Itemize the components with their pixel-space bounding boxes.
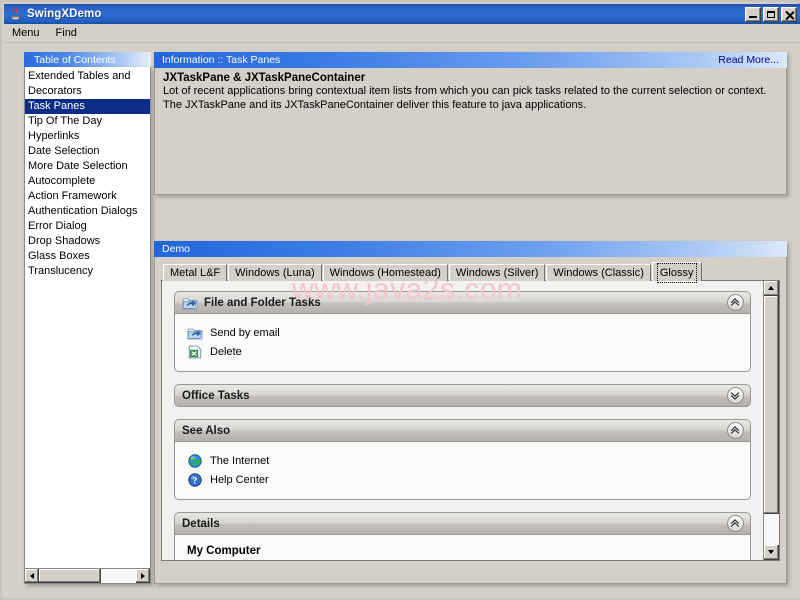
task-pane-item-label: The Internet: [210, 454, 270, 467]
information-title: JXTaskPane & JXTaskPaneContainer: [163, 72, 366, 84]
tab-windows-classic[interactable]: Windows (Classic): [546, 264, 651, 281]
tab-label: Glossy: [656, 263, 697, 283]
tab-metal-l-f[interactable]: Metal L&F: [163, 264, 228, 281]
close-button[interactable]: [781, 6, 797, 22]
toc-item[interactable]: Error Dialog: [25, 219, 150, 234]
menu-item-menu[interactable]: Menu: [4, 25, 48, 41]
information-panel: Information :: Task Panes Read More... J…: [154, 52, 787, 195]
delete-icon: [187, 344, 203, 360]
java-cup-icon: [7, 6, 23, 22]
tab-windows-silver[interactable]: Windows (Silver): [448, 264, 546, 281]
task-pane-item-label: Delete: [210, 345, 242, 358]
folder-share-icon: [187, 325, 203, 341]
task-pane-item-label: Help Center: [210, 473, 269, 486]
demo-panel: Demo Metal L&F Windows (Luna) Windows (Hom…: [154, 241, 787, 584]
task-pane-item[interactable]: The Internet: [187, 451, 738, 470]
title-bar: SwingXDemo: [4, 4, 800, 24]
toc-item[interactable]: Tip Of The Day: [25, 114, 150, 129]
task-pane-container: File and Folder Tasks Send by email Delete…: [162, 281, 763, 560]
collapse-chevron-up-icon[interactable]: [727, 515, 744, 532]
information-header: Information :: Task Panes Read More...: [154, 52, 787, 68]
scroll-track[interactable]: [39, 569, 136, 583]
help-question-icon: ?: [187, 472, 203, 488]
toc-item[interactable]: Glass Boxes: [25, 249, 150, 264]
task-pane: Office Tasks: [174, 384, 751, 407]
toc-item[interactable]: Date Selection: [25, 144, 150, 159]
toc-item[interactable]: Task Panes: [25, 99, 150, 114]
task-pane-title: File and Folder Tasks: [204, 296, 321, 309]
task-pane-item-label: Send by email: [210, 326, 280, 339]
information-header-title: Information :: Task Panes: [162, 54, 281, 66]
toc-item[interactable]: Autocomplete: [25, 174, 150, 189]
toc-item[interactable]: Hyperlinks: [25, 129, 150, 144]
toc-item[interactable]: Authentication Dialogs: [25, 204, 150, 219]
read-more-link[interactable]: Read More...: [718, 54, 779, 66]
task-pane-body: My ComputerVery special folder: [174, 535, 751, 560]
demo-vertical-scrollbar[interactable]: [763, 281, 779, 560]
toc-item[interactable]: Translucency: [25, 264, 150, 279]
scroll-down-arrow[interactable]: [764, 545, 779, 560]
tab-windows-luna[interactable]: Windows (Luna): [228, 264, 322, 281]
task-pane-header[interactable]: Office Tasks: [174, 384, 751, 407]
task-pane: See Also The Internet? Help Center: [174, 419, 751, 500]
task-pane-item[interactable]: ? Help Center: [187, 470, 738, 489]
menu-bar: Menu Find: [4, 24, 800, 43]
window-controls: [745, 6, 797, 22]
scroll-up-arrow[interactable]: [764, 281, 779, 296]
demo-body: Metal L&F Windows (Luna) Windows (Homestea…: [154, 257, 787, 584]
toc-item[interactable]: More Date Selection: [25, 159, 150, 174]
tab-panel: www.java2s.com File and Folder Tasks Send…: [161, 280, 780, 561]
task-pane-title: Office Tasks: [182, 389, 250, 402]
task-pane-title: See Also: [182, 424, 231, 437]
tab-windows-homestead[interactable]: Windows (Homestead): [322, 264, 448, 281]
globe-icon: [187, 453, 203, 469]
information-text: Lot of recent applications bring context…: [163, 85, 767, 111]
task-pane: File and Folder Tasks Send by email Delete: [174, 291, 751, 372]
toc-body: Extended Tables and Decorators Task Panes T…: [24, 67, 151, 569]
folder-share-icon: [182, 295, 198, 311]
demo-header: Demo: [154, 241, 787, 257]
task-pane-title: Details: [182, 517, 220, 530]
toc-list: Extended Tables and Decorators Task Panes T…: [25, 67, 150, 279]
laf-tab-strip: Metal L&F Windows (Luna) Windows (Homestea…: [161, 262, 780, 283]
task-pane-body: Send by email Delete: [174, 314, 751, 372]
content-area: Table of Contents Extended Tables and Dec…: [4, 43, 800, 598]
detail-subtitle: Very special folder: [187, 558, 738, 560]
scroll-thumb[interactable]: [39, 569, 101, 583]
collapse-chevron-up-icon[interactable]: [727, 422, 744, 439]
expand-chevron-down-icon[interactable]: [727, 387, 744, 404]
menu-item-find[interactable]: Find: [48, 25, 85, 41]
information-body: JXTaskPane & JXTaskPaneContainer Lot of …: [154, 68, 787, 195]
application-window: SwingXDemo Menu Find Table of Contents E…: [0, 0, 800, 600]
toc-item[interactable]: Decorators: [25, 84, 150, 99]
detail-title: My Computer: [187, 545, 261, 557]
toc-item[interactable]: Action Framework: [25, 189, 150, 204]
task-pane-header[interactable]: File and Folder Tasks: [174, 291, 751, 314]
scroll-right-arrow[interactable]: [136, 569, 150, 583]
scroll-left-arrow[interactable]: [25, 569, 39, 583]
minimize-button[interactable]: [745, 6, 761, 22]
task-pane-item[interactable]: Delete: [187, 342, 738, 361]
tab-glossy[interactable]: Glossy: [651, 262, 702, 283]
toc-item[interactable]: Extended Tables and: [25, 69, 150, 84]
toc-item[interactable]: Drop Shadows: [25, 234, 150, 249]
table-of-contents-panel: Table of Contents Extended Tables and Dec…: [24, 52, 151, 584]
toc-header: Table of Contents: [24, 52, 151, 67]
toc-horizontal-scrollbar[interactable]: [24, 569, 151, 584]
task-pane-item[interactable]: Send by email: [187, 323, 738, 342]
demo-header-title: Demo: [162, 243, 191, 255]
svg-text:?: ?: [193, 475, 198, 485]
task-pane-header[interactable]: See Also: [174, 419, 751, 442]
task-pane: Details My ComputerVery special folder: [174, 512, 751, 560]
task-pane-body: The Internet? Help Center: [174, 442, 751, 500]
scroll-track[interactable]: [764, 296, 779, 545]
window-title: SwingXDemo: [27, 8, 102, 20]
task-pane-header[interactable]: Details: [174, 512, 751, 535]
maximize-button[interactable]: [763, 6, 779, 22]
scroll-thumb[interactable]: [764, 296, 779, 514]
collapse-chevron-up-icon[interactable]: [727, 294, 744, 311]
